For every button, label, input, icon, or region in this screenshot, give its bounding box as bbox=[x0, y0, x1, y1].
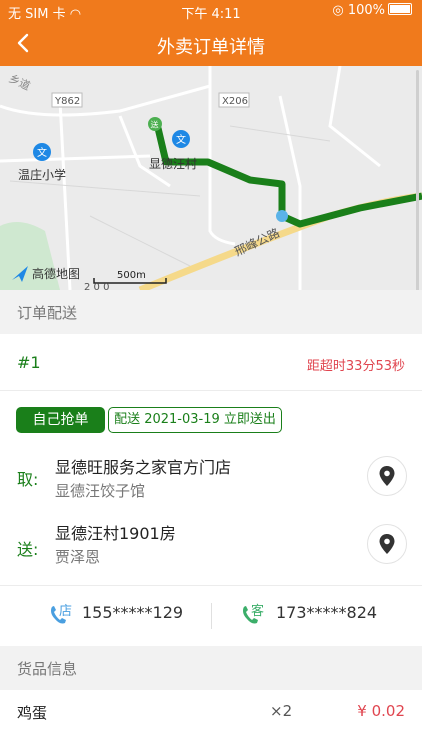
svg-text:高德地图: 高德地图 bbox=[32, 266, 80, 281]
battery-indicator: ◎ 100% bbox=[332, 3, 412, 18]
dropoff-tag: 送: bbox=[17, 540, 39, 559]
pickup-store-name: 显德旺服务之家官方门店 bbox=[55, 458, 232, 477]
map-label-road: Y862 bbox=[54, 96, 80, 107]
timeout-countdown: 距超时33分53秒 bbox=[306, 359, 405, 374]
pickup-tag: 取: bbox=[17, 470, 39, 489]
map-label-village: 显德汪村 bbox=[149, 156, 197, 171]
order-row: #1 距超时33分53秒 bbox=[0, 334, 422, 390]
store-phone-number[interactable]: 155*****129 bbox=[82, 603, 183, 622]
pickup-location-button[interactable] bbox=[367, 456, 407, 496]
self-grab-badge: 自己抢单 bbox=[16, 407, 105, 433]
customer-phone-number[interactable]: 173*****824 bbox=[276, 603, 377, 622]
customer-name: 贾泽恩 bbox=[55, 548, 101, 566]
svg-text:客: 客 bbox=[251, 603, 264, 619]
status-bar: 无 SIM 卡 ◠ 下午 4:11 ◎ 100% bbox=[0, 0, 422, 22]
customer-phone-icon[interactable]: 客 bbox=[240, 601, 266, 629]
goods-section-header: 货品信息 bbox=[0, 646, 422, 690]
svg-text:500m: 500m bbox=[117, 270, 146, 281]
delivery-time-badge: 配送 2021-03-19 立即送出 bbox=[108, 407, 282, 433]
order-number: #1 bbox=[17, 353, 41, 372]
map-canvas: 送 文 文 温庄小学 显德汪村 邢峰公路 乡道 Y862 X206 高德地图 5… bbox=[0, 66, 422, 290]
svg-text:文: 文 bbox=[176, 133, 186, 146]
delivery-section-header: 订单配送 bbox=[0, 290, 422, 334]
svg-text:文: 文 bbox=[37, 146, 47, 159]
goods-item-name: 鸡蛋 bbox=[17, 704, 48, 722]
svg-text:店: 店 bbox=[59, 604, 72, 619]
battery-icon bbox=[388, 3, 412, 15]
goods-item-price: ¥ 0.02 bbox=[357, 702, 405, 720]
nav-bar: 外卖订单详情 bbox=[0, 22, 422, 66]
dropoff-address: 显德汪村1901房 bbox=[55, 524, 176, 543]
route-map[interactable]: 送 文 文 温庄小学 显德汪村 邢峰公路 乡道 Y862 X206 高德地图 5… bbox=[0, 66, 422, 290]
svg-text:2 0 0: 2 0 0 bbox=[84, 282, 109, 290]
location-pin-icon bbox=[379, 534, 395, 554]
page-title: 外卖订单详情 bbox=[157, 37, 265, 58]
svg-text:送: 送 bbox=[151, 120, 159, 130]
store-phone-icon[interactable]: 店 bbox=[48, 601, 74, 629]
dropoff-location-button[interactable] bbox=[367, 524, 407, 564]
pickup-store-subname: 显德汪饺子馆 bbox=[55, 482, 146, 500]
map-label-school: 温庄小学 bbox=[18, 167, 66, 182]
goods-item-qty: ×2 bbox=[270, 702, 293, 720]
rotation-lock-icon: ◎ bbox=[332, 3, 344, 18]
goods-row bbox=[0, 690, 422, 750]
bus-stop-icon bbox=[276, 210, 288, 222]
location-pin-icon bbox=[379, 466, 395, 486]
map-label-road: X206 bbox=[222, 96, 248, 107]
